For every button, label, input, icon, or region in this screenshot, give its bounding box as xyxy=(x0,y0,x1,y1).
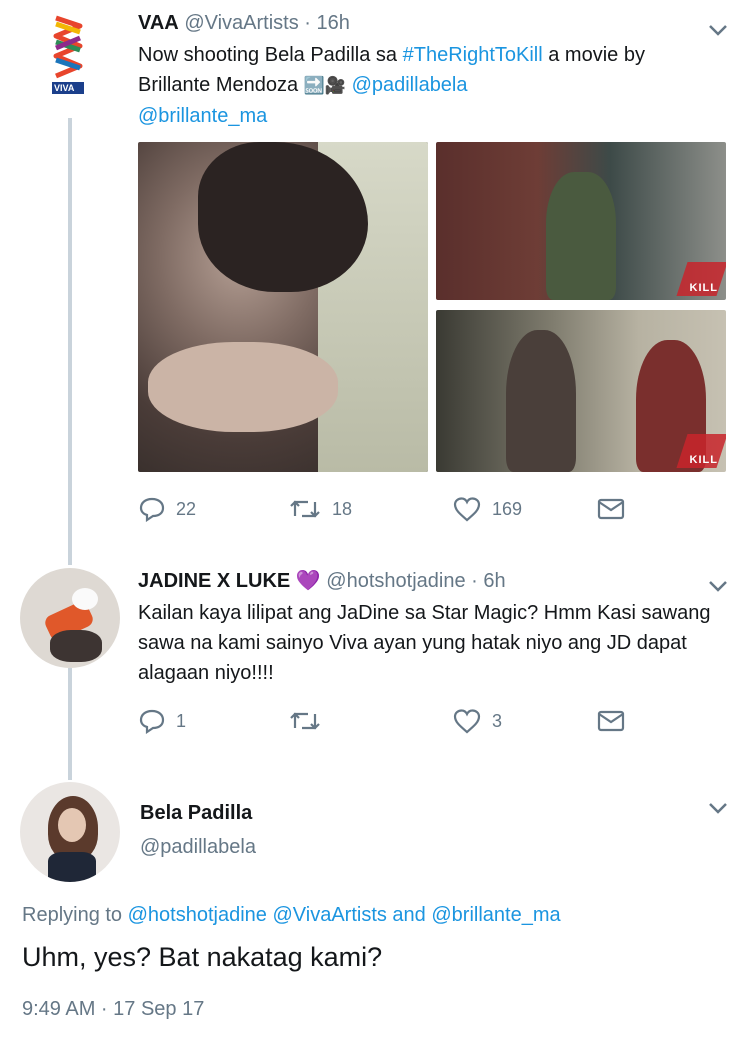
like-icon xyxy=(453,497,481,522)
media-image-large[interactable] xyxy=(138,142,428,472)
media-image-top-right[interactable]: KILL xyxy=(436,142,726,300)
tweet1-text: Now shooting Bela Padilla sa #TheRightTo… xyxy=(138,40,738,131)
like-button[interactable]: 169 xyxy=(452,496,596,522)
tweet1-actions: 22 18 169 xyxy=(138,496,626,522)
media-badge: KILL xyxy=(689,454,718,466)
like-button[interactable]: 3 xyxy=(452,708,596,734)
replying-to-users[interactable]: @hotshotjadine @VivaArtists and @brillan… xyxy=(128,904,561,926)
display-name[interactable]: Bela Padilla xyxy=(140,802,252,825)
avatar-bela[interactable] xyxy=(20,782,120,882)
thread-line-1 xyxy=(68,118,72,565)
replying-to-label: Replying to xyxy=(22,904,128,926)
hashtag-link[interactable]: #TheRightToKill xyxy=(403,44,543,66)
replying-to: Replying to @hotshotjadine @VivaArtists … xyxy=(22,904,561,927)
avatar-figure-top xyxy=(72,588,98,610)
mention-brillante[interactable]: @brillante_ma xyxy=(138,105,267,127)
chevron-down-icon[interactable] xyxy=(706,22,730,38)
handle[interactable]: @VivaArtists xyxy=(184,12,298,34)
handle[interactable]: @padillabela xyxy=(140,836,256,859)
display-name[interactable]: JADINE X LUKE xyxy=(138,570,290,592)
tweet2-header: JADINE X LUKE 💜 @hotshotjadine · 6h xyxy=(138,568,506,594)
emoji: 🔜🎥 xyxy=(303,76,346,95)
image-person-left xyxy=(506,330,576,472)
heart-emoji: 💜 xyxy=(295,570,321,592)
handle[interactable]: @hotshotjadine xyxy=(326,570,465,592)
tweet1-header: VAA @VivaArtists · 16h xyxy=(138,10,350,36)
retweet-button[interactable] xyxy=(288,708,452,734)
image-figure xyxy=(546,172,616,300)
image-hand xyxy=(148,342,338,432)
avatar-top xyxy=(48,852,96,882)
reply-button[interactable]: 22 xyxy=(138,496,288,522)
media-badge: KILL xyxy=(689,282,718,294)
tweet1-text-part3: Brillante Mendoza xyxy=(138,74,304,96)
timestamp[interactable]: · 6h xyxy=(471,570,505,592)
chevron-down-icon[interactable] xyxy=(706,578,730,594)
retweet-count: 18 xyxy=(332,498,353,519)
like-icon xyxy=(453,709,481,734)
dm-button[interactable] xyxy=(596,709,626,733)
dm-icon xyxy=(597,710,625,732)
like-count: 169 xyxy=(492,498,523,519)
retweet-icon xyxy=(290,712,320,730)
dm-button[interactable] xyxy=(596,497,626,521)
full-timestamp[interactable]: 9:49 AM · 17 Sep 17 xyxy=(22,998,204,1021)
avatar-face xyxy=(58,808,86,842)
retweet-icon xyxy=(290,500,320,518)
like-count: 3 xyxy=(492,710,503,731)
reply-count: 1 xyxy=(176,710,187,731)
retweet-button[interactable]: 18 xyxy=(288,496,452,522)
media-image-bottom-right[interactable]: KILL xyxy=(436,310,726,472)
dm-icon xyxy=(597,498,625,520)
mention-padillabela[interactable]: @padillabela xyxy=(352,74,468,96)
tweet3-text: Uhm, yes? Bat nakatag kami? xyxy=(22,942,383,972)
tweet2-actions: 1 3 xyxy=(138,708,626,734)
avatar-viva-label: VIVA xyxy=(54,83,75,93)
display-name[interactable]: VAA xyxy=(138,12,179,34)
avatar-viva[interactable]: VIVA xyxy=(40,12,100,112)
reply-count: 22 xyxy=(176,498,197,519)
tweet1-text-part2: a movie by xyxy=(542,44,645,66)
avatar-jadine[interactable] xyxy=(20,568,120,668)
reply-icon xyxy=(139,497,165,522)
viva-logo-icon xyxy=(52,15,84,94)
timestamp[interactable]: · 16h xyxy=(304,12,350,34)
avatar-figure-chair xyxy=(50,630,102,662)
reply-button[interactable]: 1 xyxy=(138,708,288,734)
thread-line-2 xyxy=(68,668,72,780)
reply-icon xyxy=(139,709,165,734)
tweet2-text: Kailan kaya lilipat ang JaDine sa Star M… xyxy=(138,602,711,684)
chevron-down-icon[interactable] xyxy=(706,800,730,816)
tweet1-text-part1: Now shooting Bela Padilla sa xyxy=(138,44,403,66)
